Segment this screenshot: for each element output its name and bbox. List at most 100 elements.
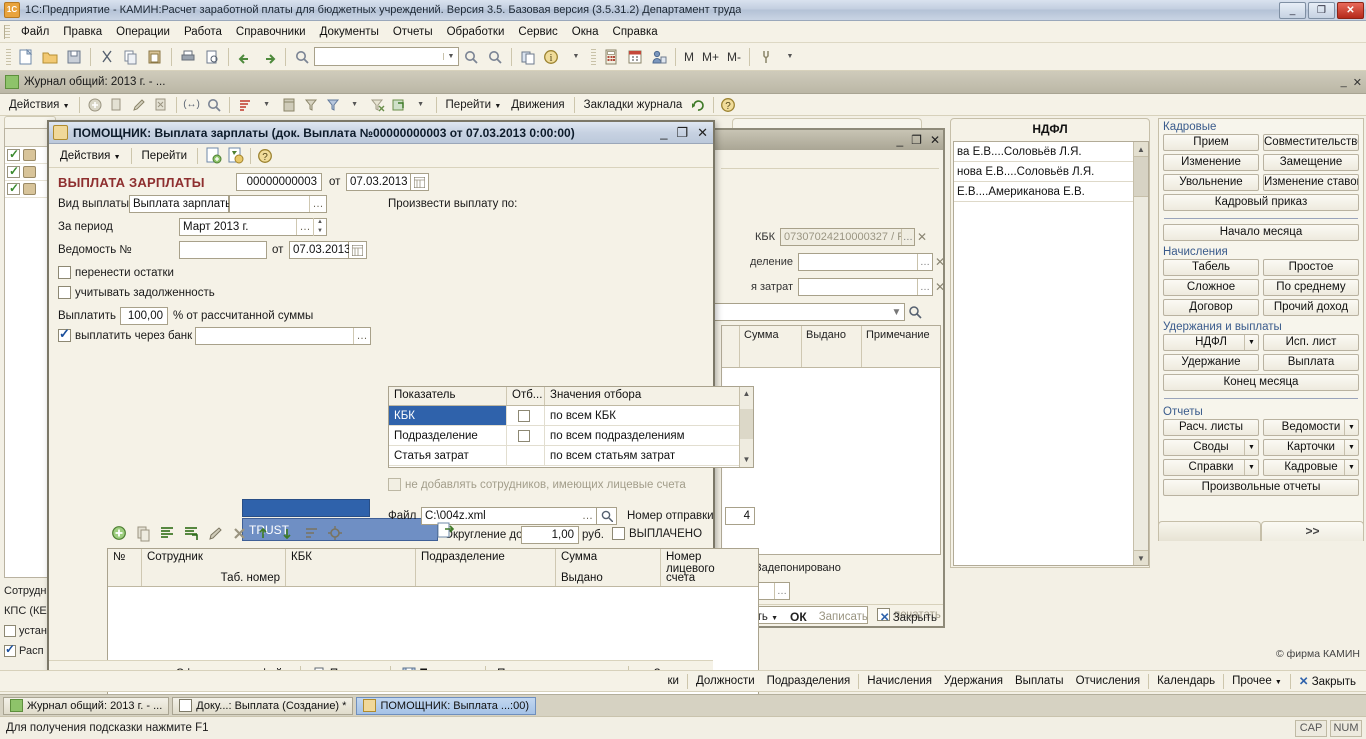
minimize-button[interactable]: _ <box>1279 2 1306 19</box>
document-number-input[interactable]: 00000000003 <box>236 173 322 191</box>
subdivision-select-button[interactable]: … <box>917 254 932 270</box>
sort-list-icon[interactable] <box>235 95 255 114</box>
sidebar-tab-next[interactable]: >> <box>1261 521 1364 541</box>
save-icon[interactable] <box>63 46 85 68</box>
movements-button[interactable]: Движения <box>506 97 569 113</box>
sidebar-item-vyplata[interactable]: Выплата <box>1263 354 1359 371</box>
chevron-down-icon[interactable]: ▼ <box>1244 335 1258 350</box>
dialog-help-icon[interactable]: ? <box>256 146 276 165</box>
chevron-down-icon[interactable]: ▼ <box>1244 440 1258 455</box>
resize-columns-icon[interactable]: (↔) <box>182 95 202 114</box>
menu-windows[interactable]: Окна <box>565 24 606 40</box>
send-number-input[interactable]: 4 <box>725 507 755 525</box>
menu-help[interactable]: Справка <box>606 24 665 40</box>
sidebar-item-prostoe[interactable]: Простое <box>1263 259 1359 276</box>
menu-work[interactable]: Работа <box>177 24 229 40</box>
filter-scrollbar[interactable]: ▲ ▼ <box>739 387 753 467</box>
subdivision-input[interactable]: … <box>798 253 933 271</box>
statement-number-input[interactable] <box>179 241 267 259</box>
ndfl-list[interactable]: ва Е.В....Соловьёв Л.Я. нова Е.В....Соло… <box>953 141 1149 566</box>
nav-item-uderzhaniya[interactable]: Удержания <box>938 673 1009 689</box>
journal-bookmarks-button[interactable]: Закладки журнала <box>579 97 688 113</box>
list-item[interactable]: Е.В....Американова Е.В. <box>954 182 1148 202</box>
scroll-down-icon[interactable]: ▼ <box>740 453 753 467</box>
account-debt-checkbox[interactable]: учитывать задолженность <box>58 286 215 299</box>
dialog-goto-menu[interactable]: Перейти <box>136 148 194 164</box>
nav-item-vyplaty[interactable]: Выплаты <box>1009 673 1070 689</box>
table-row[interactable] <box>5 164 53 181</box>
kbk-clear-icon[interactable]: ✕ <box>915 230 929 244</box>
kbk-select-button[interactable]: … <box>900 229 914 245</box>
payment-type-select-button[interactable]: … <box>309 196 326 212</box>
redo-icon[interactable] <box>258 46 280 68</box>
statement-calendar-icon[interactable] <box>349 241 367 259</box>
sidebar-tab-left[interactable] <box>1158 521 1261 541</box>
bg-maximize-button[interactable]: ❐ <box>911 133 922 147</box>
print-preview-icon[interactable] <box>201 46 223 68</box>
grid-add-icon[interactable] <box>109 523 130 543</box>
filter-icon[interactable] <box>301 95 321 114</box>
actions-menu-button[interactable]: Действия ▼ <box>4 97 75 113</box>
grid-settings-icon[interactable] <box>325 523 346 543</box>
dialog-close-button[interactable]: ✕ <box>697 125 708 141</box>
sidebar-item-isp-list[interactable]: Исп. лист <box>1263 334 1359 351</box>
pay-percent-input[interactable]: 100,00 <box>120 307 168 325</box>
filter-row-checkbox[interactable] <box>507 426 545 445</box>
export-icon[interactable] <box>389 95 409 114</box>
sort-dropdown-icon[interactable]: ▼ <box>257 95 277 114</box>
table-row[interactable]: КБК по всем КБК <box>389 406 753 426</box>
cut-icon[interactable] <box>96 46 118 68</box>
edit-record-icon[interactable] <box>129 95 149 114</box>
dialog-maximize-button[interactable]: ❐ <box>676 125 688 141</box>
memory-button-m-plus[interactable]: M+ <box>698 50 723 64</box>
chevron-down-icon[interactable]: ▼ <box>1344 440 1358 455</box>
filter-row-checkbox[interactable] <box>507 406 545 425</box>
deposited-select-button[interactable]: … <box>774 583 789 599</box>
nav-item-otchisleniya[interactable]: Отчисления <box>1070 673 1147 689</box>
sidebar-item-vedomosti[interactable]: Ведомости ▼ <box>1263 419 1359 436</box>
costitem-input[interactable]: … <box>798 278 933 296</box>
menu-processing[interactable]: Обработки <box>440 24 512 40</box>
filter-table[interactable]: Показатель Отб... Значения отбора КБК по… <box>388 386 754 468</box>
info-icon[interactable]: i <box>541 46 563 68</box>
grid-select-icon[interactable] <box>181 523 202 543</box>
columns-icon[interactable] <box>279 95 299 114</box>
find-icon[interactable] <box>204 95 224 114</box>
chevron-down-icon[interactable]: ▼ <box>889 304 904 320</box>
duplicate-icon[interactable] <box>517 46 539 68</box>
payment-type-select[interactable]: … <box>229 195 327 213</box>
sidebar-item-prochiy-dokhod[interactable]: Прочий доход <box>1263 299 1359 316</box>
grid-export-icon[interactable] <box>435 521 456 541</box>
maximize-button[interactable]: ❐ <box>1308 2 1335 19</box>
fill-document-icon[interactable] <box>203 146 223 165</box>
sidebar-item-izmenenie-stavok[interactable]: Изменение ставок <box>1263 174 1359 191</box>
period-spinner[interactable]: ▲ ▼ <box>313 218 326 236</box>
sidebar-item-slozhnoe[interactable]: Сложное <box>1163 279 1259 296</box>
nav-item-prochee[interactable]: Прочее ▼ <box>1226 673 1288 689</box>
list-item[interactable]: нова Е.В....Соловьёв Л.Я. <box>954 162 1148 182</box>
journal-close-button[interactable]: ✕ <box>1353 76 1362 89</box>
paid-out-checkbox[interactable]: ВЫПЛАЧЕНО <box>612 527 702 540</box>
delete-record-icon[interactable] <box>151 95 171 114</box>
sidebar-item-izmenenie[interactable]: Изменение <box>1163 154 1259 171</box>
bg-write-button[interactable]: Записать <box>813 609 874 625</box>
sidebar-item-kartochki[interactable]: Карточки ▼ <box>1263 439 1359 456</box>
memory-button-m-minus[interactable]: M- <box>723 50 745 64</box>
sidebar-item-proizvolnye-otchety[interactable]: Произвольные отчеты <box>1163 479 1359 496</box>
sidebar-item-svody[interactable]: Своды ▼ <box>1163 439 1259 456</box>
sidebar-item-ndfl[interactable]: НДФЛ ▼ <box>1163 334 1259 351</box>
nav-item-nachisleniya[interactable]: Начисления <box>861 673 938 689</box>
bg-ok-button[interactable]: ОК <box>784 608 813 626</box>
sidebar-item-konets-mesyatsa[interactable]: Конец месяца <box>1163 374 1359 391</box>
nav-item-podrazdeleniya[interactable]: Подразделения <box>761 673 857 689</box>
bg-close-button[interactable]: ✕ <box>930 133 940 147</box>
help-icon[interactable]: ? <box>719 95 739 114</box>
rounding-input[interactable]: 1,00 <box>521 526 579 544</box>
grid-fill-icon[interactable] <box>157 523 178 543</box>
sidebar-item-spravki[interactable]: Справки ▼ <box>1163 459 1259 476</box>
scroll-thumb[interactable] <box>740 409 753 439</box>
sidebar-item-zameshchenie[interactable]: Замещение <box>1263 154 1359 171</box>
search-prev-icon[interactable] <box>484 46 506 68</box>
clear-filter-icon[interactable] <box>367 95 387 114</box>
nav-item-ki[interactable]: ки <box>662 673 685 689</box>
